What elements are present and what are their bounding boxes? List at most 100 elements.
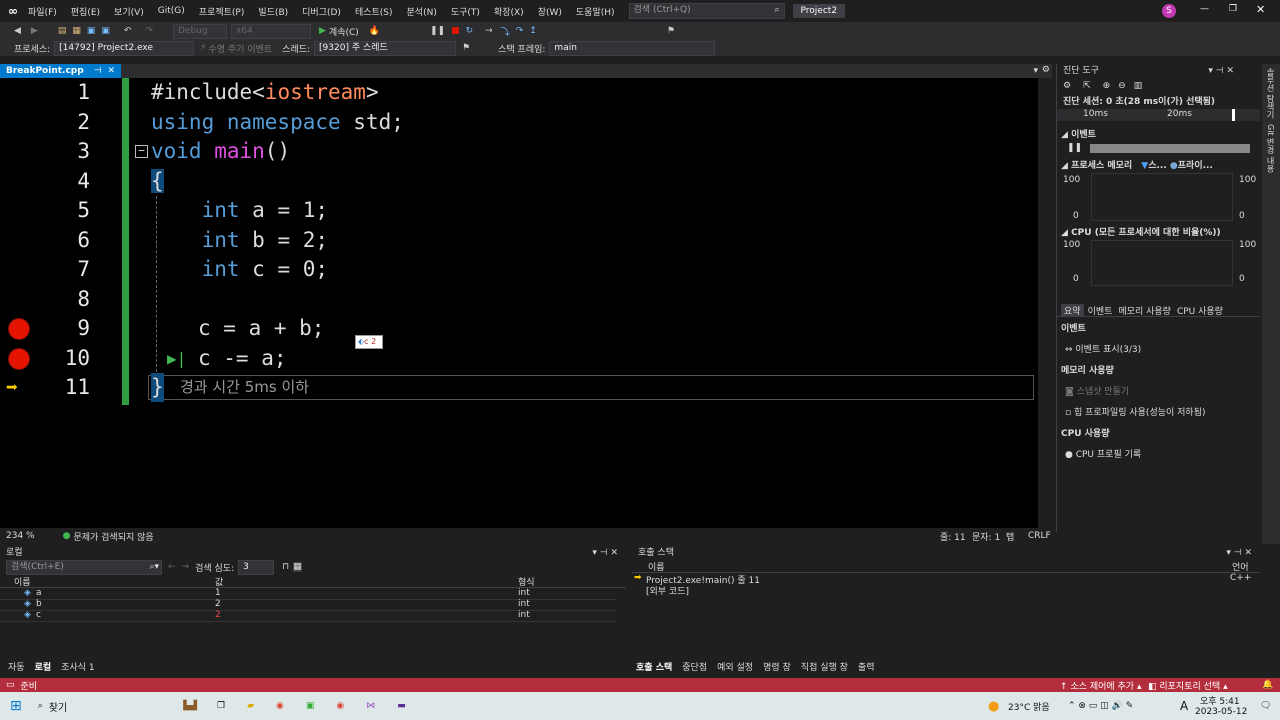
- close-icon[interactable]: ✕: [1256, 3, 1265, 16]
- step-out-icon[interactable]: ↥: [529, 26, 537, 36]
- continue-icon[interactable]: ▶: [319, 26, 326, 36]
- panel-menu-icon[interactable]: ▾ ⊣ ✕: [1208, 64, 1234, 78]
- table-row[interactable]: ◈ c 2 int: [0, 610, 616, 622]
- collapse-icon[interactable]: −: [135, 145, 148, 158]
- search-forward-icon[interactable]: →: [182, 562, 190, 572]
- search-box[interactable]: 검색 (Ctrl+Q) ⌕: [628, 3, 785, 19]
- code-line-7[interactable]: int c = 0;: [151, 255, 328, 284]
- menu-help[interactable]: 도움말(H): [576, 5, 615, 18]
- editor-scrollbar[interactable]: [1038, 78, 1050, 530]
- tab-autos[interactable]: 자동: [8, 660, 25, 673]
- hot-reload-icon[interactable]: 🔥: [369, 26, 380, 36]
- chrome-icon[interactable]: ◉: [276, 701, 284, 711]
- source-control-button[interactable]: ↑ 소스 제어에 추가 ▴: [1060, 679, 1141, 692]
- pin-icon[interactable]: ⊣: [94, 64, 102, 78]
- tab-immediate-window[interactable]: 직접 실행 창: [801, 660, 848, 673]
- column-language[interactable]: 언어: [1232, 560, 1249, 573]
- input-language[interactable]: A: [1180, 699, 1188, 713]
- repository-button[interactable]: ◧ 리포지토리 선택 ▴: [1148, 679, 1228, 692]
- notifications-icon[interactable]: 🔔: [1262, 680, 1273, 690]
- file-explorer-icon[interactable]: ▰: [247, 701, 254, 711]
- widget-icon[interactable]: ▙▟: [183, 701, 197, 711]
- visual-studio-icon[interactable]: ⋈: [366, 701, 375, 711]
- tab-exception-settings[interactable]: 예외 설정: [717, 660, 753, 673]
- maximize-icon[interactable]: ❐: [1229, 4, 1237, 14]
- tab-summary[interactable]: 요약: [1061, 303, 1084, 317]
- code-line-6[interactable]: int b = 2;: [151, 226, 328, 255]
- breakpoint-icon[interactable]: [8, 318, 30, 340]
- table-row[interactable]: [외부 코드]: [632, 584, 1260, 597]
- redo-icon[interactable]: ↷: [145, 26, 153, 36]
- search-back-icon[interactable]: ←: [168, 562, 176, 572]
- tab-memory[interactable]: 메모리 사용량: [1118, 304, 1171, 317]
- panel-menu-icon[interactable]: ▾ ⊣ ✕: [1226, 546, 1252, 560]
- back-icon[interactable]: ◀: [14, 26, 21, 36]
- breakpoint-icon[interactable]: [8, 347, 30, 370]
- zoom-in-icon[interactable]: ⊕: [1103, 81, 1111, 91]
- tab-cpu[interactable]: CPU 사용량: [1177, 304, 1223, 317]
- undo-icon[interactable]: ↶: [124, 26, 132, 36]
- configuration-dropdown[interactable]: Debug: [173, 23, 227, 39]
- search-icon[interactable]: ⌕: [38, 701, 43, 711]
- tab-overflow-icon[interactable]: ▾: [1033, 66, 1038, 76]
- save-icon[interactable]: ▣: [87, 26, 96, 36]
- menu-test[interactable]: 테스트(S): [355, 5, 393, 18]
- open-icon[interactable]: ▦: [72, 26, 81, 36]
- column-name[interactable]: 이름: [14, 575, 31, 588]
- task-view-icon[interactable]: ❐: [217, 701, 225, 711]
- tab-breakpoint-cpp[interactable]: BreakPoint.cpp ⊣ ✕: [0, 64, 122, 78]
- zoom-level[interactable]: 234 %: [6, 531, 35, 541]
- code-line-2[interactable]: using namespace std;: [151, 108, 404, 137]
- forward-icon[interactable]: ▶: [31, 26, 38, 36]
- code-line-5[interactable]: int a = 1;: [151, 196, 328, 225]
- record-cpu-profile-button[interactable]: ● CPU 프로필 기록: [1057, 439, 1260, 460]
- process-dropdown[interactable]: [14792] Project2.exe: [54, 40, 195, 56]
- code-line-11[interactable]: }: [151, 373, 164, 402]
- stop-icon[interactable]: ■: [451, 26, 460, 36]
- take-snapshot-button[interactable]: ◙ 스냅샷 만들기: [1057, 376, 1260, 397]
- step-over-icon[interactable]: ↷: [516, 26, 524, 36]
- show-next-statement-icon[interactable]: →: [485, 26, 493, 36]
- thread-dropdown[interactable]: [9320] 주 스레드: [314, 40, 457, 56]
- table-row[interactable]: ➡ Project2.exe!main() 줄 11 C++: [632, 573, 1260, 586]
- panel-menu-icon[interactable]: ▾ ⊣ ✕: [592, 546, 618, 560]
- tab-call-stack[interactable]: 호출 스택: [636, 660, 672, 673]
- bookmark-icon[interactable]: ⚑: [667, 26, 675, 36]
- pause-icon[interactable]: ❚❚: [430, 26, 445, 36]
- column-name[interactable]: 이름: [648, 560, 665, 573]
- windows-start-icon[interactable]: ⊞: [10, 698, 22, 714]
- eol-indicator[interactable]: CRLF: [1028, 531, 1051, 541]
- tray-icons[interactable]: ⌃ ⊗ ▭ ◫ 🔊 ✎: [1068, 701, 1133, 711]
- menu-edit[interactable]: 편집(E): [71, 5, 100, 18]
- tab-events[interactable]: 이벤트: [1088, 304, 1113, 317]
- tab-locals[interactable]: 로컬: [35, 660, 52, 673]
- clock-time[interactable]: 오후 5:41: [1200, 694, 1240, 707]
- notification-center-icon[interactable]: 🗨: [1260, 701, 1271, 711]
- lifecycle-events-icon[interactable]: ⚡: [200, 43, 206, 53]
- column-value[interactable]: 값: [215, 575, 223, 588]
- tab-command-window[interactable]: 명령 창: [763, 660, 791, 673]
- menu-view[interactable]: 보기(V): [114, 5, 144, 18]
- run-to-click-icon[interactable]: ▶|: [167, 344, 186, 373]
- user-avatar[interactable]: S: [1162, 4, 1176, 18]
- export-icon[interactable]: ⇱: [1083, 81, 1091, 91]
- code-line-4[interactable]: {: [151, 167, 164, 196]
- menu-project[interactable]: 프로젝트(P): [199, 5, 245, 18]
- code-line-10[interactable]: c -= a;: [198, 344, 287, 373]
- side-tab-git-changes[interactable]: Git 변경 내용: [1265, 124, 1276, 173]
- step-into-icon[interactable]: ⤵: [501, 25, 510, 38]
- side-tab-solution-explorer[interactable]: 솔루션 탐색기: [1265, 68, 1276, 119]
- chrome-profile-icon[interactable]: ◉: [336, 701, 344, 711]
- chart-icon[interactable]: ▥: [1134, 81, 1143, 91]
- menu-window[interactable]: 창(W): [538, 5, 562, 18]
- tab-indicator[interactable]: 탭: [1006, 530, 1014, 543]
- settings-icon[interactable]: ⚙: [1042, 65, 1050, 75]
- clock-date[interactable]: 2023-05-12: [1195, 707, 1247, 717]
- tab-watch-1[interactable]: 조사식 1: [61, 660, 94, 673]
- menu-analyze[interactable]: 분석(N): [407, 5, 437, 18]
- search-depth-dropdown[interactable]: 3: [238, 559, 275, 575]
- minimize-icon[interactable]: —: [1200, 4, 1209, 14]
- code-line-9[interactable]: c = a + b;: [198, 314, 324, 343]
- new-file-icon[interactable]: ▤: [58, 26, 67, 36]
- locals-search-input[interactable]: 검색(Ctrl+E) ⌕▾: [6, 559, 162, 575]
